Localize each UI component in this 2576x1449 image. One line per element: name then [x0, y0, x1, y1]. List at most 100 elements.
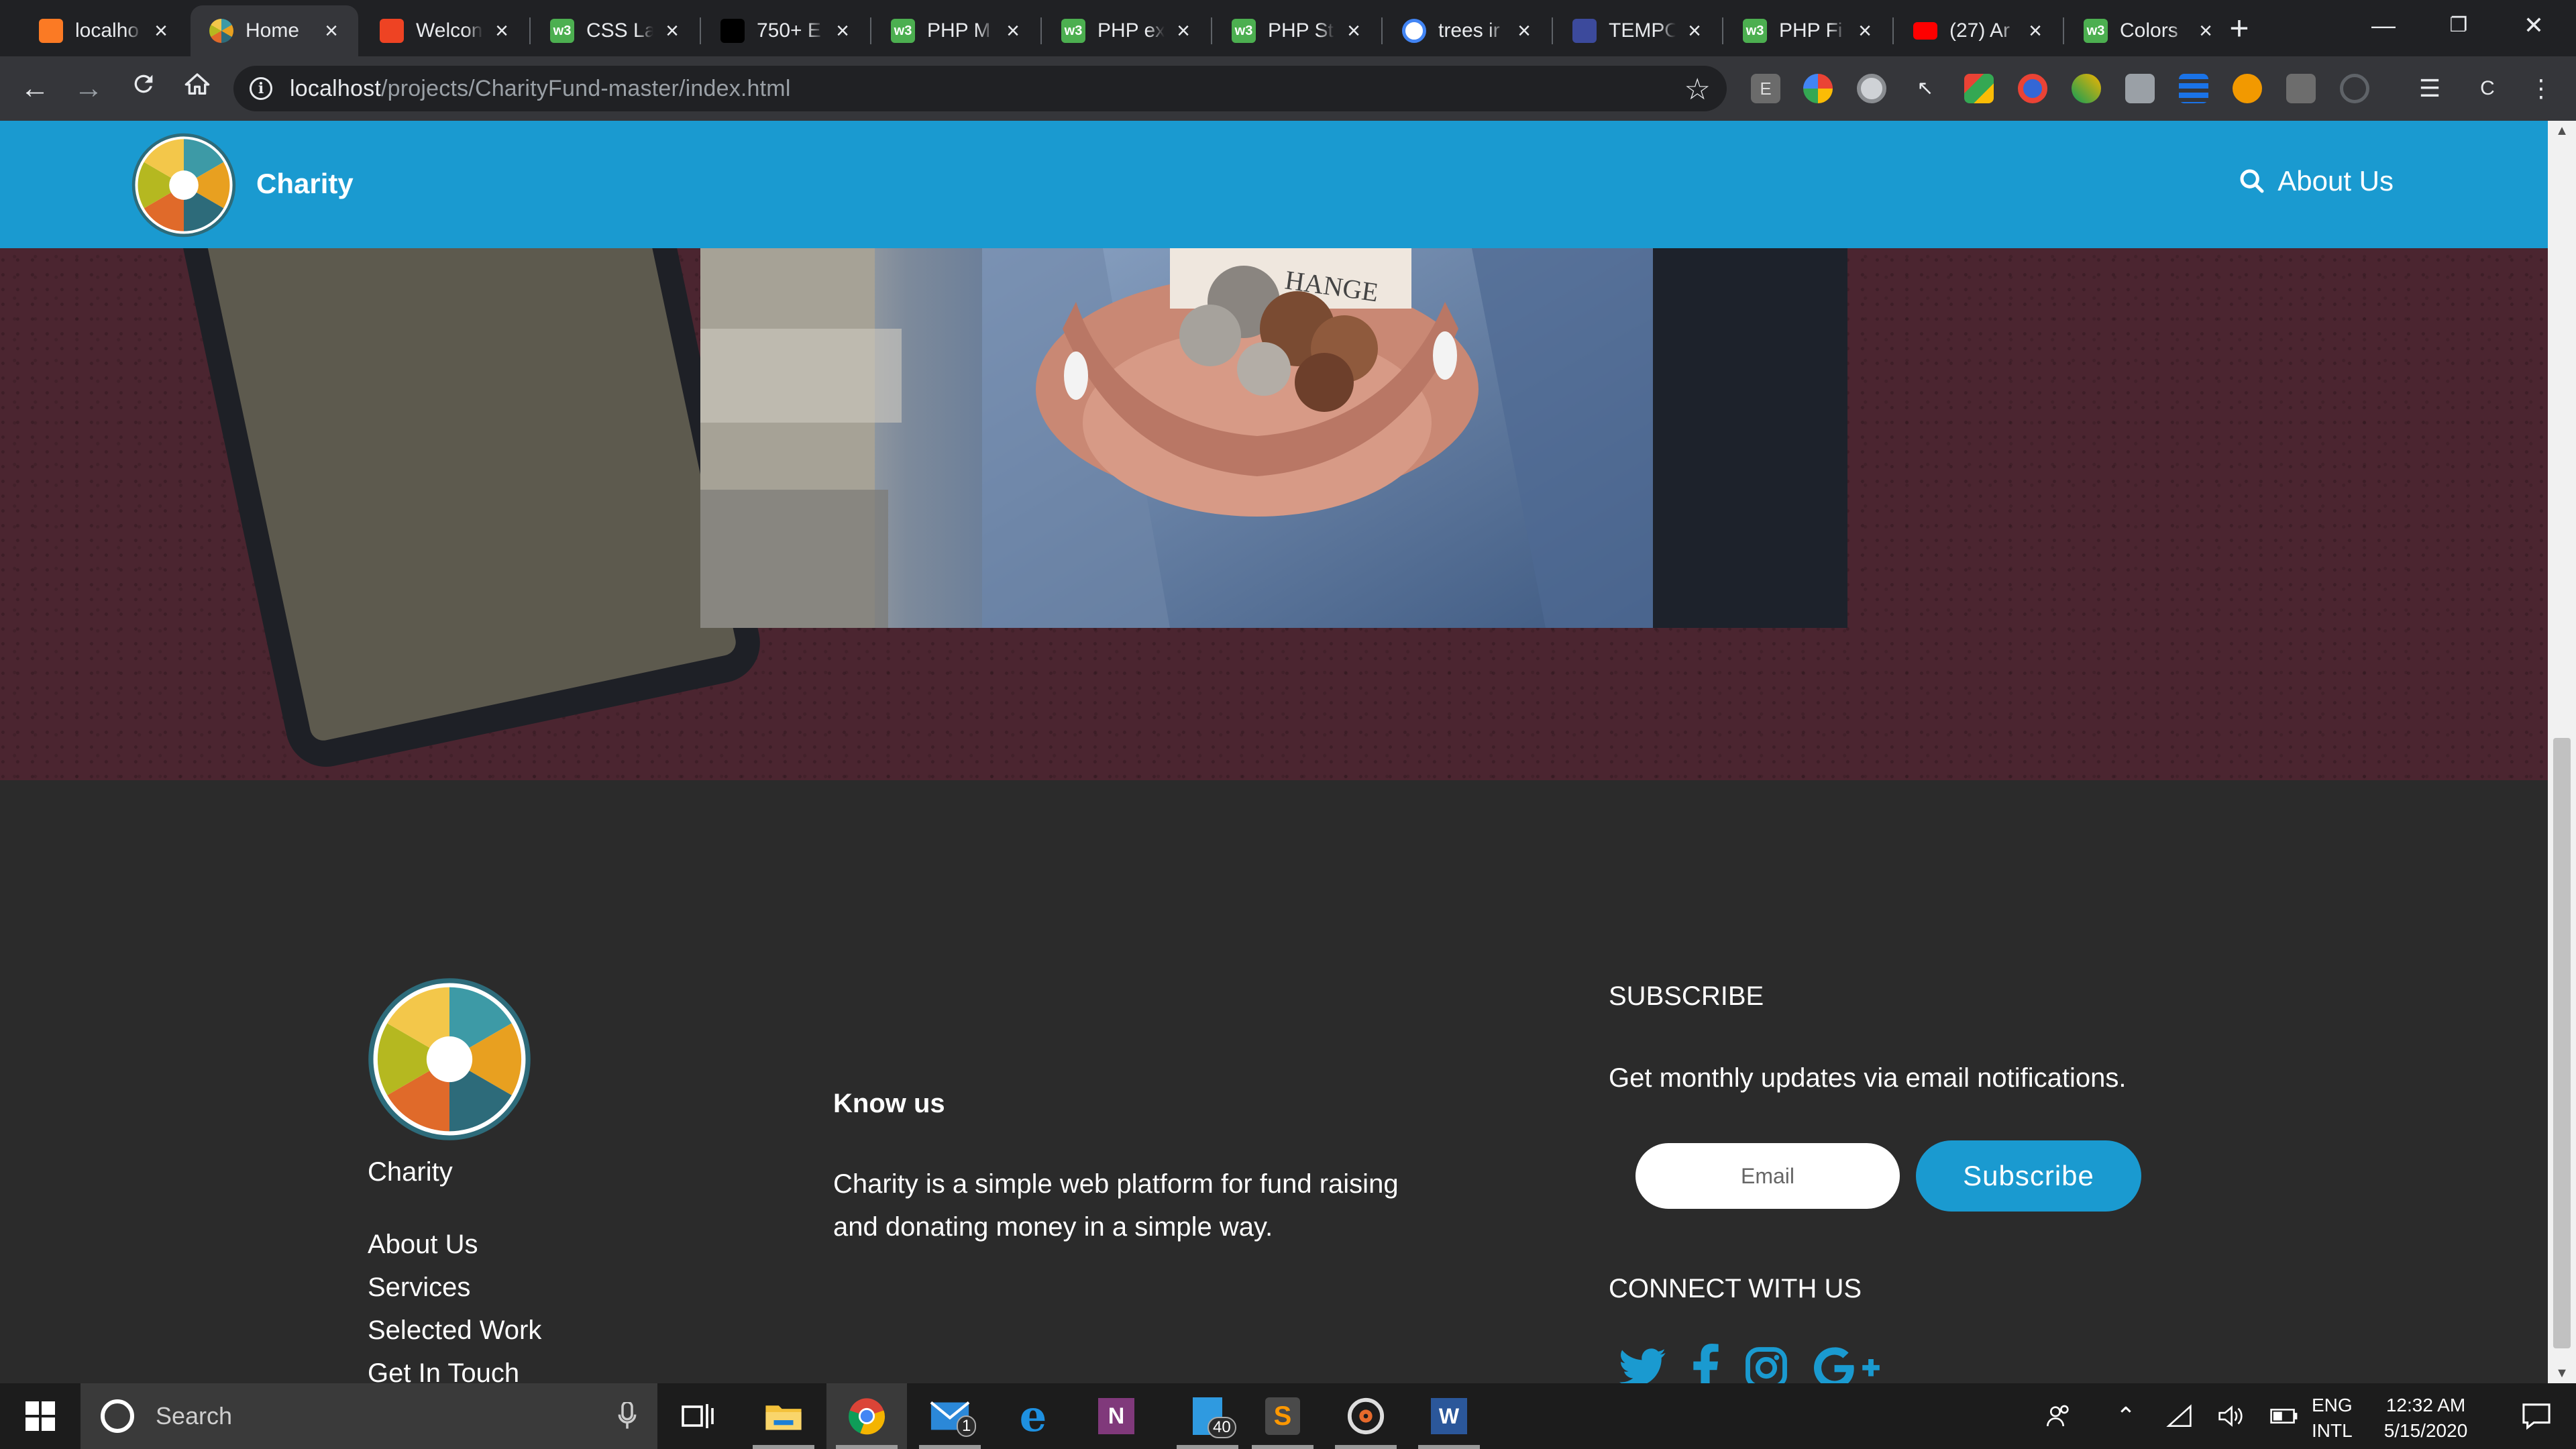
browser-tab[interactable]: TEMPO × [1554, 5, 1721, 56]
browser-tab[interactable]: (27) Ar × [1894, 5, 2062, 56]
address-bar[interactable]: i localhost/projects/CharityFund-master/… [233, 66, 1727, 111]
edge-taskbar-button[interactable]: e [993, 1383, 1073, 1449]
close-tab-icon[interactable]: × [488, 18, 515, 44]
browser-tab[interactable]: trees ir × [1383, 5, 1551, 56]
cursor-extension-icon[interactable]: ↖ [1911, 74, 1940, 103]
people-button[interactable] [2035, 1383, 2082, 1449]
bookmark-star-icon[interactable]: ☆ [1684, 72, 1711, 107]
media-control-icon[interactable]: ☰ [2415, 74, 2445, 103]
google-plus-icon[interactable] [1814, 1347, 1881, 1383]
scroll-up-arrow[interactable]: ▲ [2555, 123, 2569, 138]
screenshot-extension-icon[interactable] [2286, 74, 2316, 103]
battery-icon[interactable] [2261, 1383, 2308, 1449]
page-scrollbar[interactable]: ▲ ▼ [2548, 121, 2576, 1383]
history-extension-icon[interactable] [2340, 74, 2369, 103]
browser-tab[interactable]: w3 PHP M × [872, 5, 1040, 56]
browser-tab-title: PHP St [1268, 19, 1334, 42]
windows-extension-icon[interactable] [1964, 74, 1994, 103]
browser-tab[interactable]: w3 PHP Fi × [1724, 5, 1892, 56]
close-tab-icon[interactable]: × [1340, 18, 1367, 44]
site-info-icon[interactable]: i [250, 77, 272, 100]
instagram-icon[interactable] [1744, 1346, 1788, 1383]
action-center-button[interactable] [2497, 1383, 2576, 1449]
browser-tab[interactable]: w3 Colors × [2065, 5, 2233, 56]
globe-extension-icon[interactable] [1857, 74, 1886, 103]
close-tab-icon[interactable]: × [2192, 18, 2219, 44]
color-picker-extension-icon[interactable] [1803, 74, 1833, 103]
browser-tab[interactable]: localho × [20, 5, 188, 56]
scroll-down-arrow[interactable]: ▼ [2555, 1366, 2569, 1381]
chrome-taskbar-button[interactable] [826, 1383, 907, 1449]
forward-button[interactable]: → [67, 68, 110, 109]
browser-tab[interactable]: 750+ E × [702, 5, 869, 56]
microphone-icon[interactable] [617, 1402, 637, 1430]
home-icon [184, 73, 210, 95]
nav-about-us-link[interactable]: About Us [2239, 165, 2394, 197]
onenote-taskbar-button[interactable]: N [1076, 1383, 1157, 1449]
scrollbar-thumb[interactable] [2553, 738, 2571, 1348]
browser-tab-title: PHP Fi [1779, 19, 1843, 42]
close-tab-icon[interactable]: × [318, 18, 345, 44]
taskbar-search-box[interactable]: Search [80, 1383, 657, 1449]
close-window-button[interactable]: ✕ [2497, 0, 2571, 56]
sublime-text-taskbar-button[interactable]: S [1242, 1383, 1323, 1449]
close-tab-icon[interactable]: × [829, 18, 856, 44]
font-extension-icon[interactable] [2125, 74, 2155, 103]
know-us-description: Charity is a simple web platform for fun… [833, 1169, 1399, 1242]
dots-extension-icon[interactable] [2072, 74, 2101, 103]
browser-tab[interactable]: w3 PHP ex × [1042, 5, 1210, 56]
files-taskbar-button[interactable]: 40 [1167, 1383, 1248, 1449]
lines-extension-icon[interactable] [2179, 74, 2208, 103]
close-tab-icon[interactable]: × [1000, 18, 1026, 44]
footer-link-services[interactable]: Services [368, 1266, 541, 1309]
url-host: localhost [290, 75, 381, 101]
file-explorer-taskbar-button[interactable] [743, 1383, 824, 1449]
site-brand-name[interactable]: Charity [256, 168, 354, 200]
close-tab-icon[interactable]: × [1681, 18, 1708, 44]
menu-dots-icon[interactable]: ⋮ [2526, 74, 2556, 103]
browser-tab[interactable]: Welcon × [361, 5, 529, 56]
home-button[interactable] [176, 68, 219, 109]
minimize-button[interactable]: — [2347, 0, 2420, 56]
url-text[interactable]: localhost/projects/CharityFund-master/in… [290, 76, 791, 102]
restore-button[interactable]: ❐ [2422, 0, 2496, 56]
twitter-icon[interactable] [1619, 1348, 1666, 1383]
input-language-indicator[interactable]: ENG INTL [2312, 1393, 2353, 1444]
network-icon[interactable] [2156, 1383, 2203, 1449]
task-view-button[interactable] [657, 1383, 738, 1449]
close-tab-icon[interactable]: × [1511, 18, 1538, 44]
subscribe-button[interactable]: Subscribe [1916, 1140, 2141, 1212]
start-button[interactable] [0, 1383, 80, 1449]
show-hidden-icons-chevron-icon[interactable]: ⌃ [2102, 1383, 2149, 1449]
footer-link-about-us[interactable]: About Us [368, 1223, 541, 1266]
close-tab-icon[interactable]: × [1170, 18, 1197, 44]
new-tab-button[interactable]: + [2220, 9, 2258, 47]
groove-music-taskbar-button[interactable] [1326, 1383, 1406, 1449]
google-icon [1402, 19, 1426, 43]
footer-link-get-in-touch[interactable]: Get In Touch [368, 1352, 541, 1383]
back-button[interactable]: ← [13, 68, 56, 109]
browser-tab[interactable]: w3 CSS La × [531, 5, 699, 56]
close-tab-icon[interactable]: × [2022, 18, 2049, 44]
user-extension-icon[interactable] [2233, 74, 2262, 103]
profile-avatar[interactable]: C [2473, 74, 2502, 103]
vpn-extension-icon[interactable] [2018, 74, 2047, 103]
close-tab-icon[interactable]: × [659, 18, 686, 44]
system-clock[interactable]: 12:32 AM 5/15/2020 [2372, 1393, 2479, 1444]
word-taskbar-button[interactable]: W [1409, 1383, 1489, 1449]
email-field[interactable] [1633, 1140, 1902, 1212]
mail-taskbar-button[interactable]: 1 [910, 1383, 990, 1449]
charity-logo[interactable] [131, 133, 236, 237]
browser-tab[interactable]: w3 PHP St × [1213, 5, 1381, 56]
volume-icon[interactable] [2207, 1383, 2254, 1449]
music-disc-icon [1347, 1397, 1385, 1435]
footer-link-selected-work[interactable]: Selected Work [368, 1309, 541, 1352]
close-tab-icon[interactable]: × [148, 18, 174, 44]
extension-e-icon[interactable]: E [1751, 74, 1780, 103]
reload-button[interactable] [122, 68, 165, 109]
facebook-icon[interactable] [1692, 1344, 1719, 1383]
browser-tab[interactable]: Home × [191, 5, 358, 56]
browser-tab-title: (27) Ar [1949, 19, 2010, 42]
close-tab-icon[interactable]: × [1851, 18, 1878, 44]
tab-separator [1381, 17, 1383, 44]
